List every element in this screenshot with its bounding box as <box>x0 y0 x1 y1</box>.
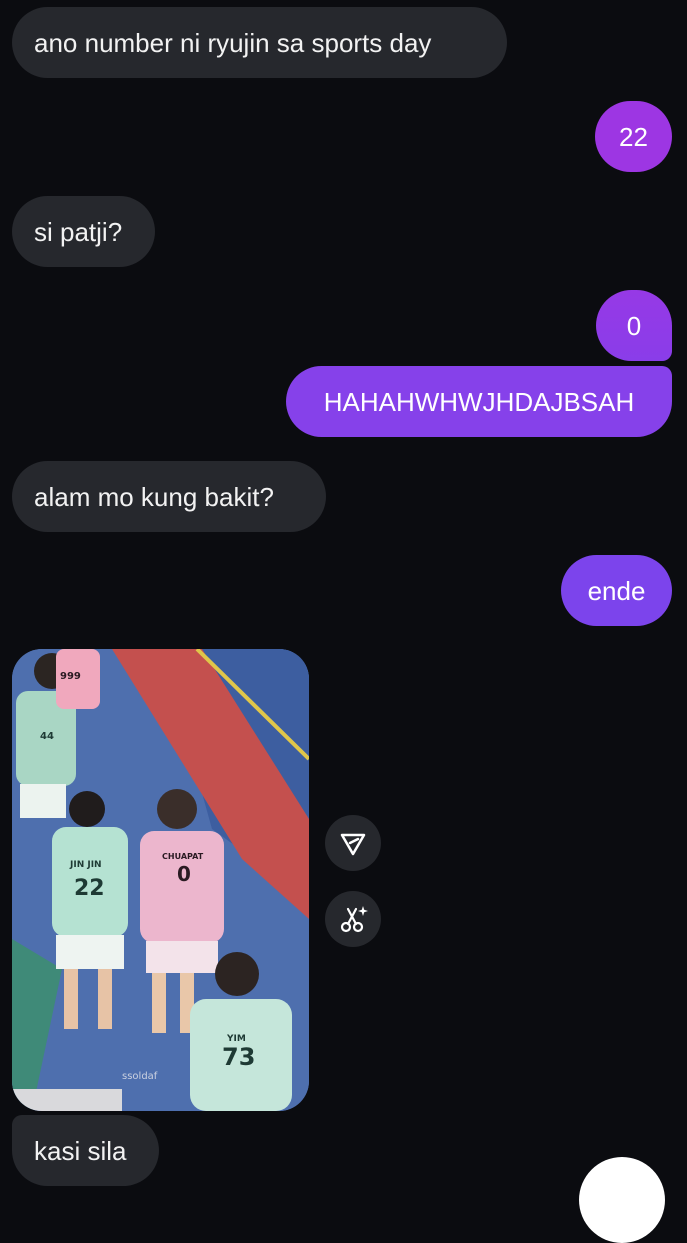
message-incoming[interactable]: ano number ni ryujin sa sports day <box>12 7 507 78</box>
floating-action-button[interactable] <box>579 1157 665 1243</box>
jersey-name: CHUAPAT <box>162 852 204 861</box>
message-outgoing[interactable]: 0 <box>596 290 672 361</box>
send-icon <box>340 833 366 856</box>
message-text: ano number ni ryujin sa sports day <box>34 27 432 58</box>
watermark: ssoldaf <box>122 1071 158 1082</box>
message-text: si patji? <box>34 216 123 247</box>
message-text: kasi sila <box>34 1135 127 1166</box>
scissors-sparkle-icon <box>340 906 368 933</box>
jersey-number: 44 <box>40 731 54 742</box>
message-outgoing[interactable]: HAHAHWHWJHDAJBSAH <box>286 366 672 437</box>
message-outgoing[interactable]: ende <box>561 555 672 626</box>
message-incoming[interactable]: alam mo kung bakit? <box>12 461 326 532</box>
message-outgoing[interactable]: 22 <box>595 101 672 172</box>
media-message[interactable]: 44 999 JIN JIN 22 CHUAPAT 0 YIM 73 ssold… <box>12 649 309 1111</box>
remix-button[interactable] <box>325 891 381 947</box>
jersey-number: 999 <box>60 671 81 682</box>
jersey-number: 0 <box>177 862 191 886</box>
photo-basketball-players: 44 999 JIN JIN 22 CHUAPAT 0 YIM 73 ssold… <box>12 649 309 1111</box>
message-text: ende <box>587 575 646 606</box>
message-text: 0 <box>626 310 642 341</box>
jersey-number: 22 <box>74 876 105 901</box>
jersey-name: JIN JIN <box>69 860 102 870</box>
message-text: 22 <box>619 121 648 152</box>
message-text: alam mo kung bakit? <box>34 481 274 512</box>
message-incoming[interactable]: kasi sila <box>12 1115 159 1186</box>
jersey-number: 73 <box>222 1043 255 1071</box>
message-incoming[interactable]: si patji? <box>12 196 155 267</box>
message-text: HAHAHWHWJHDAJBSAH <box>323 386 635 417</box>
share-button[interactable] <box>325 815 381 871</box>
